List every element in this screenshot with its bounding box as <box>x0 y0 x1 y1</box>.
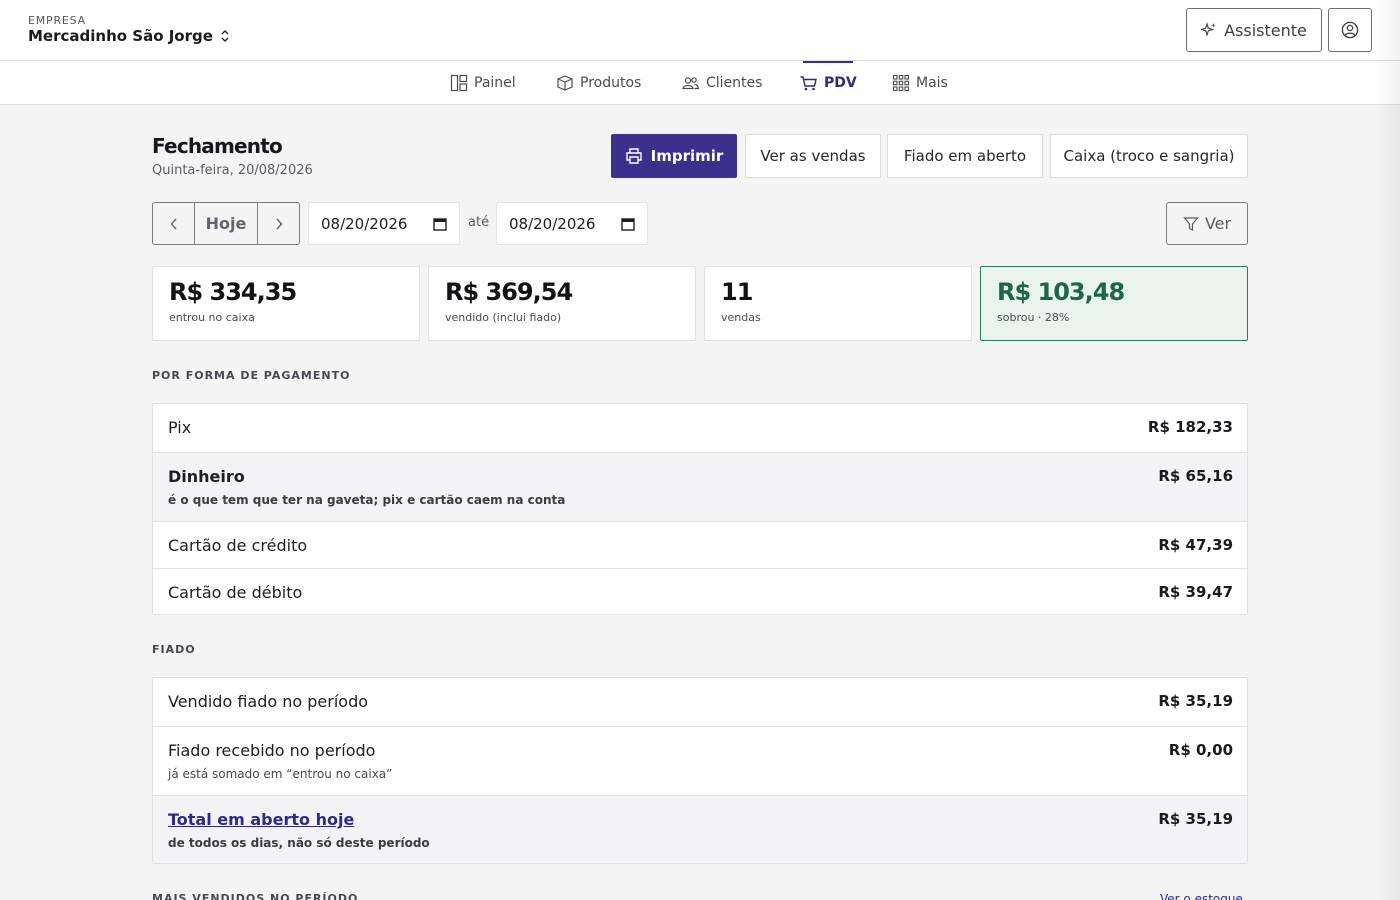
calendar-icon <box>621 217 635 231</box>
nav-item-pdv[interactable]: PDV <box>799 61 857 104</box>
date-to-value: 08/20/2026 <box>509 214 596 233</box>
payment-row-pix: Pix R$ 182,33 <box>153 404 1247 452</box>
row-value: R$ 35,19 <box>1158 810 1233 828</box>
stat-label: vendas <box>721 311 761 324</box>
row-label: Cartão de crédito <box>168 536 308 555</box>
stat-label: vendido (inclui fiado) <box>445 311 562 324</box>
main-nav: Painel Produtos Clientes PDV Mais <box>0 61 1400 105</box>
company-switcher[interactable]: Mercadinho São Jorge <box>28 27 231 45</box>
stat-value: R$ 369,54 <box>445 278 573 306</box>
cashbox-button[interactable]: Caixa (troco e sangria) <box>1050 134 1248 178</box>
company-name: Mercadinho São Jorge <box>28 27 213 45</box>
next-day-button[interactable] <box>257 203 299 244</box>
row-value: R$ 39,47 <box>1158 583 1233 601</box>
payment-list: Pix R$ 182,33 Dinheiro é o que tem que t… <box>152 403 1248 615</box>
top-bar: EMPRESA Mercadinho São Jorge Assistente <box>0 0 1400 61</box>
company-label: EMPRESA <box>28 14 86 27</box>
calendar-icon <box>433 217 447 231</box>
stat-value: 11 <box>721 278 753 306</box>
grid-icon <box>892 74 910 91</box>
date-to-input[interactable]: 08/20/2026 <box>496 202 648 245</box>
row-value: R$ 47,39 <box>1158 536 1233 554</box>
page-date: Quinta-feira, 20/08/2026 <box>152 163 313 178</box>
nav-item-produtos[interactable]: Produtos <box>556 61 641 104</box>
chevron-left-icon <box>170 218 177 229</box>
stat-value: R$ 103,48 <box>997 278 1125 306</box>
date-from-input[interactable]: 08/20/2026 <box>308 202 460 245</box>
user-circle-icon <box>1341 21 1359 39</box>
nav-label-mais: Mais <box>916 74 948 91</box>
nav-label-painel: Painel <box>474 74 516 91</box>
row-label: Cartão de débito <box>168 583 303 602</box>
printer-icon <box>625 148 642 164</box>
stat-card-cash-in: R$ 334,35 entrou no caixa <box>152 266 420 341</box>
filter-icon <box>1183 216 1199 231</box>
today-button[interactable]: Hoje <box>195 203 257 244</box>
view-stock-link[interactable]: Ver o estoque <box>1160 892 1243 900</box>
row-note: de todos os dias, não só deste período <box>168 836 430 850</box>
print-button[interactable]: Imprimir <box>611 134 737 178</box>
nav-label-clientes: Clientes <box>706 74 763 91</box>
user-menu-button[interactable] <box>1328 8 1372 52</box>
payment-row-cash: Dinheiro é o que tem que ter na gaveta; … <box>153 452 1247 521</box>
credit-list: Vendido fiado no período R$ 35,19 Fiado … <box>152 677 1248 864</box>
stat-card-profit: R$ 103,48 sobrou · 28% <box>980 266 1248 341</box>
cart-icon <box>800 75 817 90</box>
stat-value: R$ 334,35 <box>169 278 297 306</box>
assistant-label: Assistente <box>1224 20 1307 40</box>
open-credit-button[interactable]: Fiado em aberto <box>887 134 1043 178</box>
row-value: R$ 65,16 <box>1158 467 1233 485</box>
chevron-right-icon <box>275 218 282 229</box>
view-filter-button[interactable]: Ver <box>1166 202 1248 245</box>
print-label: Imprimir <box>650 147 724 165</box>
day-stepper: Hoje <box>152 202 300 245</box>
top-sellers-section-title: MAIS VENDIDOS NO PERÍODO <box>152 892 359 900</box>
sparkle-icon <box>1201 22 1216 37</box>
row-label: Dinheiro <box>168 467 245 486</box>
credit-row-sold: Vendido fiado no período R$ 35,19 <box>153 678 1247 726</box>
box-icon <box>557 74 573 91</box>
chevron-up-down-icon <box>221 30 229 42</box>
row-label: Fiado recebido no período <box>168 741 376 760</box>
stat-card-sales-count: 11 vendas <box>704 266 972 341</box>
assistant-button[interactable]: Assistente <box>1186 8 1322 52</box>
scroll-shade <box>1372 0 1400 900</box>
credit-section-title: FIADO <box>152 643 196 656</box>
stat-label: sobrou · 28% <box>997 311 1070 324</box>
row-label: Vendido fiado no período <box>168 692 369 711</box>
row-value: R$ 35,19 <box>1158 692 1233 710</box>
date-from-value: 08/20/2026 <box>321 214 408 233</box>
stat-label: entrou no caixa <box>169 311 255 324</box>
nav-item-painel[interactable]: Painel <box>450 61 516 104</box>
page-title: Fechamento <box>152 134 283 158</box>
nav-item-mais[interactable]: Mais <box>892 61 948 104</box>
payment-row-credit-card: Cartão de crédito R$ 47,39 <box>153 521 1247 568</box>
view-sales-button[interactable]: Ver as vendas <box>745 134 881 178</box>
payment-row-debit-card: Cartão de débito R$ 39,47 <box>153 568 1247 614</box>
row-label: Pix <box>168 418 192 437</box>
credit-row-open-total: Total em aberto hoje de todos os dias, n… <box>153 795 1247 863</box>
nav-label-produtos: Produtos <box>580 74 642 91</box>
layout-icon <box>450 74 468 91</box>
row-value: R$ 0,00 <box>1168 741 1233 759</box>
view-filter-label: Ver <box>1204 214 1232 233</box>
previous-day-button[interactable] <box>153 203 195 244</box>
nav-item-clientes[interactable]: Clientes <box>681 61 762 104</box>
users-icon <box>682 76 700 89</box>
open-total-link[interactable]: Total em aberto hoje <box>168 810 354 829</box>
until-label: até <box>468 215 490 230</box>
credit-row-received: Fiado recebido no período já está somado… <box>153 726 1247 795</box>
stat-card-sold: R$ 369,54 vendido (inclui fiado) <box>428 266 696 341</box>
row-note: já está somado em “entrou no caixa” <box>168 767 393 781</box>
payment-section-title: POR FORMA DE PAGAMENTO <box>152 369 351 382</box>
row-value: R$ 182,33 <box>1147 418 1233 436</box>
nav-label-pdv: PDV <box>824 74 857 91</box>
row-note: é o que tem que ter na gaveta; pix e car… <box>168 493 566 507</box>
